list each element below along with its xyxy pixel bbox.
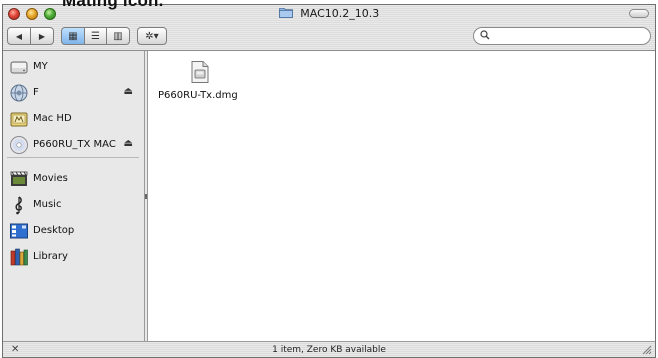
action-menu-button[interactable]: ✲▾ bbox=[137, 27, 167, 45]
sidebar-item-label: Library bbox=[33, 251, 68, 262]
back-arrow-icon: ◀ bbox=[15, 31, 23, 41]
music-icon bbox=[15, 196, 22, 215]
eject-icon[interactable]: ⏏ bbox=[124, 86, 133, 97]
search-input[interactable] bbox=[494, 29, 644, 43]
file-item[interactable]: P660RU-Tx.dmg bbox=[150, 59, 250, 109]
sidebar-item-label: Movies bbox=[33, 173, 68, 184]
hard-drive-icon bbox=[10, 61, 28, 74]
eject-icon[interactable]: ⏏ bbox=[124, 138, 133, 149]
status-text: 1 item, Zero KB available bbox=[272, 345, 386, 355]
sidebar-item-label: Music bbox=[33, 199, 62, 210]
finder-window: MAC10.2_10.3 ◀ ▶ ▦ ☰ ▥ ✲▾ MY F ⏏ Mac HD … bbox=[2, 4, 656, 358]
sidebar-item-label: P660RU_TX MAC bbox=[33, 139, 116, 150]
sidebar-item-label: F bbox=[33, 87, 39, 98]
page-caption: Mating icon. bbox=[62, 0, 164, 10]
gear-icon: ✲▾ bbox=[145, 30, 159, 42]
list-view-button[interactable]: ☰ bbox=[84, 27, 107, 45]
forward-arrow-icon: ▶ bbox=[38, 31, 46, 41]
file-name: P660RU-Tx.dmg bbox=[158, 90, 238, 101]
sidebar-item-my[interactable]: MY bbox=[3, 55, 143, 79]
sidebar-item-f[interactable]: F ⏏ bbox=[3, 81, 143, 105]
sidebar-item-library[interactable]: Library bbox=[3, 245, 143, 269]
mac-hd-icon bbox=[10, 112, 28, 127]
desktop-icon bbox=[10, 223, 28, 239]
sidebar-item-movies[interactable]: Movies bbox=[3, 167, 143, 191]
status-bar: ✕ 1 item, Zero KB available bbox=[3, 341, 655, 357]
icon-view-button[interactable]: ▦ bbox=[61, 27, 85, 45]
window-title-text: MAC10.2_10.3 bbox=[300, 7, 380, 20]
window-resize-icon[interactable] bbox=[642, 345, 652, 355]
cd-icon bbox=[10, 136, 28, 154]
sidebar-item-label: MY bbox=[33, 61, 48, 72]
sidebar-item-label: Desktop bbox=[33, 225, 75, 236]
network-drive-icon bbox=[10, 84, 28, 102]
sidebar-item-p660ru-tx-mac[interactable]: P660RU_TX MAC ⏏ bbox=[3, 133, 143, 157]
forward-button[interactable]: ▶ bbox=[30, 27, 54, 45]
toolbar: ◀ ▶ ▦ ☰ ▥ ✲▾ bbox=[3, 23, 655, 51]
column-view-icon: ▥ bbox=[113, 30, 123, 42]
file-area: P660RU-Tx.dmg bbox=[148, 51, 655, 341]
sidebar-item-label: Mac HD bbox=[33, 113, 72, 124]
back-button[interactable]: ◀ bbox=[7, 27, 31, 45]
toolbar-toggle-button[interactable] bbox=[629, 9, 649, 18]
sidebar-divider bbox=[7, 157, 139, 158]
sidebar: MY F ⏏ Mac HD P660RU_TX MAC ⏏ Movies Mus… bbox=[3, 51, 145, 341]
search-field[interactable] bbox=[473, 27, 651, 45]
sidebar-item-music[interactable]: Music bbox=[3, 193, 143, 217]
splitter-handle-icon[interactable] bbox=[145, 194, 147, 199]
icon-view-icon: ▦ bbox=[68, 30, 78, 42]
dmg-file-icon bbox=[191, 61, 209, 83]
column-view-button[interactable]: ▥ bbox=[106, 27, 130, 45]
folder-icon bbox=[278, 8, 293, 18]
movies-icon bbox=[10, 171, 28, 186]
library-icon bbox=[10, 248, 28, 266]
search-icon bbox=[480, 30, 490, 43]
sidebar-item-desktop[interactable]: Desktop bbox=[3, 219, 143, 243]
list-view-icon: ☰ bbox=[91, 30, 100, 42]
sidebar-item-mac-hd[interactable]: Mac HD bbox=[3, 107, 143, 131]
